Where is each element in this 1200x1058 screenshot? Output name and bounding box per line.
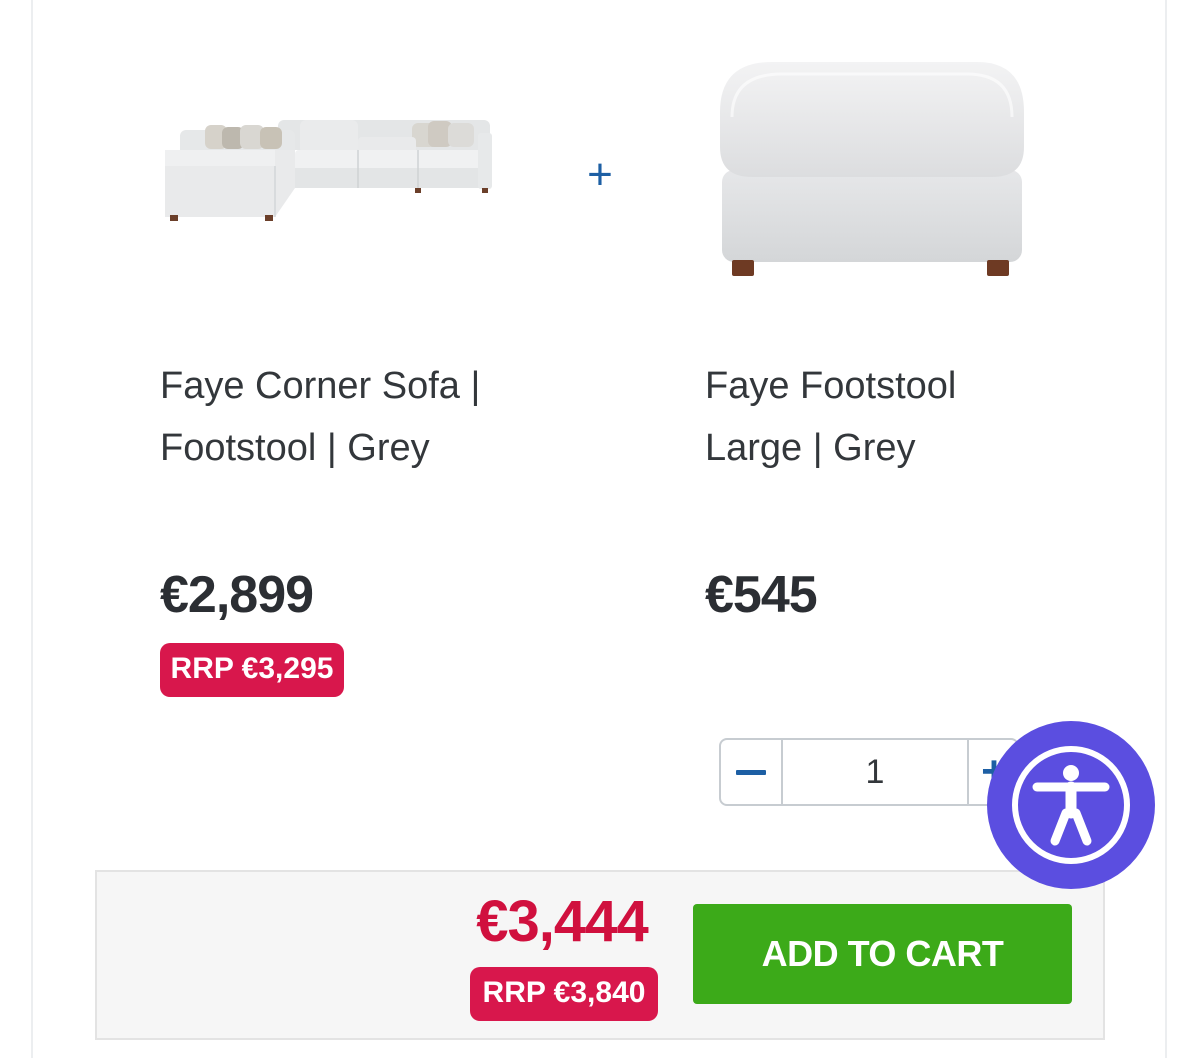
add-to-cart-button[interactable]: ADD TO CART [693,904,1072,1004]
sofa-image[interactable] [160,105,495,230]
product-title-footstool[interactable]: Faye Footstool Large | Grey [705,355,1105,479]
minus-icon [736,769,766,775]
quantity-input[interactable]: 1 [783,740,969,804]
rrp-badge-total: RRP €3,840 [470,967,658,1021]
rrp-badge-sofa: RRP €3,295 [160,643,344,697]
product-price-footstool: €545 [705,566,818,624]
bundle-plus-icon: + [587,150,613,199]
product-title-sofa[interactable]: Faye Corner Sofa | Footstool | Grey [160,355,560,479]
accessibility-button[interactable] [987,721,1155,889]
footstool-illustration [720,62,1024,276]
decrement-button[interactable] [721,740,783,804]
product-price-sofa: €2,899 [160,566,314,624]
accessibility-person-icon [1012,746,1130,864]
quantity-stepper: 1 + [719,738,1019,806]
footstool-image[interactable] [712,52,1037,282]
bundle-total-price: €3,444 [476,889,648,954]
corner-sofa-illustration [165,120,492,221]
